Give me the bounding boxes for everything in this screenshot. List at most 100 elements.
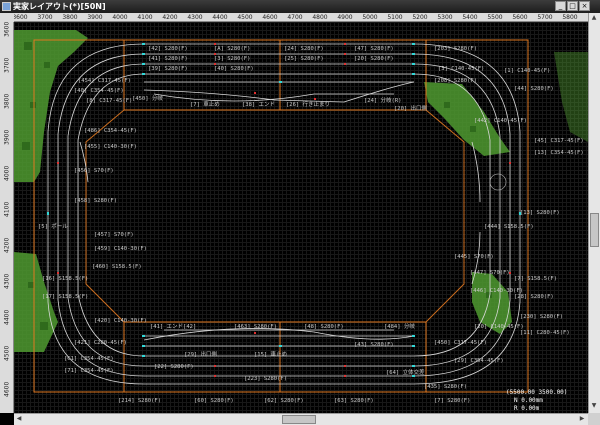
track-layout-drawing[interactable]: [42] S280(F) [41] S280(F) [A] S280(F) [3…	[14, 22, 588, 413]
horizontal-scroll-thumb[interactable]	[282, 415, 316, 424]
ruler-top-tick: 4400	[212, 14, 228, 21]
track-label: [60] S280(F)	[194, 398, 234, 404]
track-label: [26] 行き止まり	[286, 100, 330, 108]
track-label: [223] S280(F)	[244, 376, 287, 382]
track-label: [28] S280(F)	[514, 294, 554, 300]
track-label: [420] C140-30(F)	[94, 318, 147, 324]
track-label: [47] S280(F)	[354, 46, 394, 52]
track-label: [445] S70(F)	[454, 254, 494, 260]
track-label: [64] 立体交差	[386, 368, 425, 376]
track-label: [20] C140-45(F)	[474, 324, 524, 330]
ruler-top-tick: 3800	[62, 14, 78, 21]
track-label: [38] エンド	[242, 101, 275, 108]
track-label: [435] S280(F)	[424, 384, 467, 390]
ruler-top: 3600 3700 3800 3900 4000 4100 4200 4300 …	[14, 13, 588, 22]
track-label: [455] C140-30(F)	[84, 144, 137, 150]
ruler-top-tick: 4100	[137, 14, 153, 21]
ruler-top-tick: 5800	[562, 14, 578, 21]
track-label: [421] C280-45(F)	[74, 340, 127, 346]
ruler-left: 3600 3700 3800 3900 4000 4100 4200 4300 …	[0, 22, 14, 413]
ruler-left-tick: 3900	[3, 129, 11, 145]
status-readout: (5500.00 3500.00) N 0.00mm R 0.00m	[506, 389, 567, 412]
track-label: [5] ポール	[38, 223, 68, 230]
track-label: [20] 出口側	[394, 104, 428, 112]
window-title: 実家レイアウト(*)[50N]	[13, 2, 106, 11]
ruler-top-tick: 5700	[537, 14, 553, 21]
size-grip[interactable]	[588, 413, 600, 425]
track-label: [7] S280(F)	[434, 398, 470, 404]
scroll-up-icon[interactable]: ▲	[589, 13, 599, 23]
ruler-top-tick: 5300	[437, 14, 453, 21]
track-label: [454] C317-45(F)	[78, 78, 131, 84]
track-label: [40] S280(F)	[214, 66, 254, 72]
track-label: [29] C354-45(F)	[454, 358, 504, 364]
track-label: [71] C354-45(F)	[64, 368, 114, 374]
scroll-left-icon[interactable]: ◀	[14, 414, 24, 424]
scroll-down-icon[interactable]: ▼	[589, 401, 599, 411]
track-label: [11] C280-45(F)	[520, 330, 570, 336]
ruler-left-tick: 4200	[3, 237, 11, 253]
ruler-top-tick: 4200	[162, 14, 178, 21]
track-label: [3] S280(F)	[214, 56, 250, 62]
scroll-right-icon[interactable]: ▶	[577, 414, 587, 424]
terrain-grass-texture	[22, 42, 492, 330]
track-label: [447] S70(F)	[470, 270, 510, 276]
track-label: [460] S158.5(F)	[92, 264, 142, 270]
ruler-top-tick: 5100	[387, 14, 403, 21]
track-label: [208] S280(F)	[434, 78, 477, 84]
track-label: [40] C354-45(F)	[74, 88, 124, 94]
track-label: [17] S158.5(F)	[42, 294, 88, 300]
ruler-top-tick: 4300	[187, 14, 203, 21]
track-label: [3] C140-45(F)	[438, 66, 484, 72]
track-label: [15] 車止め	[254, 350, 287, 358]
ruler-left-tick: 4300	[3, 273, 11, 289]
layout-canvas[interactable]: [42] S280(F) [41] S280(F) [A] S280(F) [3…	[14, 22, 588, 413]
track-label: [444] S158.5(F)	[484, 224, 534, 230]
cursor-length: N 0.00mm	[514, 397, 543, 404]
track-label: [48] S280(F)	[304, 324, 344, 330]
ruler-corner	[0, 13, 14, 22]
ruler-left-tick: 4600	[3, 381, 11, 397]
track-label: [25] S280(F)	[284, 56, 324, 62]
ruler-left-tick: 4000	[3, 165, 11, 181]
ruler-top-tick: 4900	[337, 14, 353, 21]
track-label: [459] C140-30(F)	[94, 246, 147, 252]
ruler-top-tick: 4000	[112, 14, 128, 21]
ruler-top-tick: 4500	[237, 14, 253, 21]
track-label: [22] S280(F)	[154, 364, 194, 370]
ruler-top-tick: 5600	[512, 14, 528, 21]
track-label: [1] C140-45(F)	[504, 68, 550, 74]
track-label: [29] 出口側	[184, 350, 218, 358]
track-label: [45] C317-45(F)	[534, 138, 584, 144]
vertical-scroll-thumb[interactable]	[590, 213, 599, 247]
track-label: [486] C354-45(F)	[84, 128, 137, 134]
track-label: [42] S280(F)	[148, 46, 188, 52]
maximize-button[interactable]: □	[567, 1, 578, 11]
track-label: [13] S280(F)	[520, 210, 560, 216]
track-label: [41] S280(F)	[148, 56, 188, 62]
minimize-button[interactable]: _	[555, 1, 566, 11]
ruler-top-tick: 3700	[37, 14, 53, 21]
vertical-scrollbar[interactable]: ▲ ▼	[588, 13, 600, 413]
ruler-left-tick: 3800	[3, 93, 11, 109]
track-label: [41] エンド[42]	[150, 323, 196, 330]
track-label: [7] 車止め	[190, 100, 220, 108]
ruler-top-tick: 4700	[287, 14, 303, 21]
track-label: [484] 分岐	[384, 322, 415, 330]
cursor-circle	[489, 173, 507, 191]
ruler-left-tick: 3700	[3, 57, 11, 73]
ruler-top-tick: 5500	[487, 14, 503, 21]
track-label: [458] S280(F)	[74, 198, 117, 204]
app-icon	[2, 2, 11, 11]
track-label: [203] S280(F)	[434, 46, 477, 52]
ruler-left-tick: 3600	[3, 22, 11, 37]
ruler-left-tick: 4500	[3, 345, 11, 361]
close-button[interactable]: ×	[579, 1, 590, 11]
ruler-top-tick: 4800	[312, 14, 328, 21]
track-label: [61] C354-45(F)	[64, 356, 114, 362]
track-label: [63] S280(F)	[334, 398, 374, 404]
track-label: [62] S280(F)	[264, 398, 304, 404]
horizontal-scrollbar[interactable]: ◀ ▶	[14, 413, 588, 425]
track-label: [24] S280(F)	[284, 46, 324, 52]
track-label: [43] S280(F)	[354, 342, 394, 348]
